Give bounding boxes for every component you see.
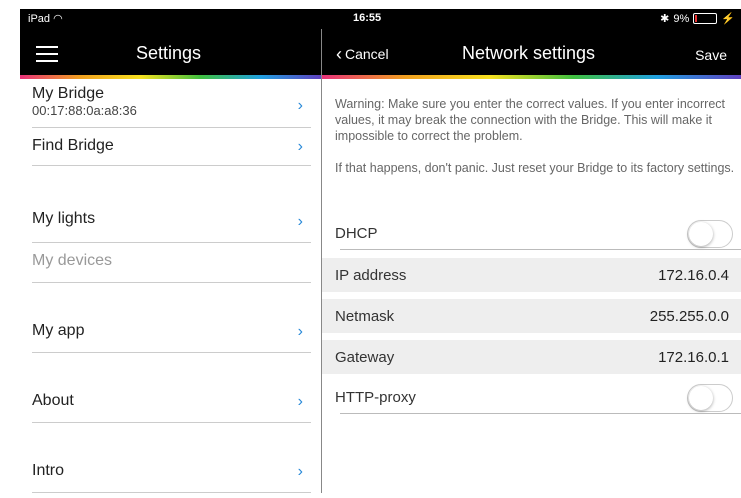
network-settings-title: Network settings: [462, 43, 596, 63]
device-name: iPad ◠: [28, 13, 63, 25]
chevron-left-icon: ‹: [336, 44, 342, 64]
factory-reset-hint: If that happens, don't panic. Just reset…: [335, 161, 735, 175]
menu-item-my-devices: My devices: [32, 242, 311, 283]
bluetooth-icon: ✱: [660, 13, 670, 25]
battery-icon: [693, 13, 718, 24]
ip-address-label: IP address: [335, 267, 407, 284]
save-button[interactable]: Save: [695, 47, 727, 63]
http-proxy-toggle[interactable]: [687, 384, 733, 412]
rainbow-strip: [20, 75, 321, 79]
menu-item-label: My app: [32, 322, 85, 339]
rainbow-strip: [322, 75, 741, 79]
netmask-value[interactable]: 255.255.0.0: [650, 308, 729, 325]
menu-item-my-app[interactable]: My app ›: [32, 312, 311, 353]
ip-address-value[interactable]: 172.16.0.4: [658, 267, 729, 284]
menu-item-label: My devices: [32, 252, 113, 269]
charging-icon: ⚡: [721, 13, 735, 25]
netmask-row[interactable]: Netmask 255.255.0.0: [322, 299, 741, 333]
menu-item-my-lights[interactable]: My lights ›: [32, 202, 311, 243]
gateway-value[interactable]: 172.16.0.1: [658, 349, 729, 366]
menu-item-intro[interactable]: Intro ›: [32, 452, 311, 493]
menu-item-find-bridge[interactable]: Find Bridge ›: [32, 129, 311, 166]
network-nav-bar: ‹ Cancel Network settings Save: [322, 29, 741, 79]
chevron-right-icon: ›: [297, 393, 303, 410]
cancel-button[interactable]: ‹ Cancel: [336, 44, 389, 64]
chevron-right-icon: ›: [297, 97, 303, 114]
wifi-icon: ◠: [53, 13, 63, 25]
chevron-right-icon: ›: [297, 463, 303, 480]
battery-percent: 9%: [673, 12, 690, 25]
menu-item-label: Intro: [32, 462, 65, 479]
status-time: 16:55: [353, 12, 382, 24]
chevron-right-icon: ›: [297, 323, 303, 340]
cancel-label: Cancel: [345, 46, 389, 62]
gateway-label: Gateway: [335, 349, 395, 366]
status-bar: iPad ◠ 16:55 ✱ 9% ⚡: [20, 9, 741, 29]
menu-item-about[interactable]: About ›: [32, 382, 311, 423]
settings-nav-bar: Settings: [20, 29, 321, 79]
dhcp-row: DHCP: [322, 216, 741, 250]
http-proxy-label: HTTP-proxy: [335, 389, 416, 406]
chevron-right-icon: ›: [297, 138, 303, 155]
dhcp-label: DHCP: [335, 225, 378, 242]
menu-item-label: My Bridge: [32, 85, 105, 102]
menu-item-label: My lights: [32, 210, 96, 227]
ip-address-row[interactable]: IP address 172.16.0.4: [322, 258, 741, 292]
menu-item-my-bridge[interactable]: My Bridge 00:17:88:0a:a8:36 ›: [32, 85, 311, 128]
chevron-right-icon: ›: [297, 213, 303, 230]
dhcp-toggle[interactable]: [687, 220, 733, 248]
gateway-row[interactable]: Gateway 172.16.0.1: [322, 340, 741, 374]
settings-title: Settings: [136, 43, 202, 63]
warning-text: Warning: Make sure you enter the correct…: [335, 97, 725, 143]
app-frame: iPad ◠ 16:55 ✱ 9% ⚡ Settings ‹ Cancel Net…: [20, 9, 741, 493]
bridge-id: 00:17:88:0a:a8:36: [32, 103, 137, 118]
menu-icon[interactable]: [36, 46, 58, 67]
menu-item-label: About: [32, 392, 74, 409]
menu-item-label: Find Bridge: [32, 137, 114, 154]
status-right: ✱ 9% ⚡: [660, 12, 735, 26]
http-proxy-row: HTTP-proxy: [322, 380, 741, 414]
netmask-label: Netmask: [335, 308, 395, 325]
